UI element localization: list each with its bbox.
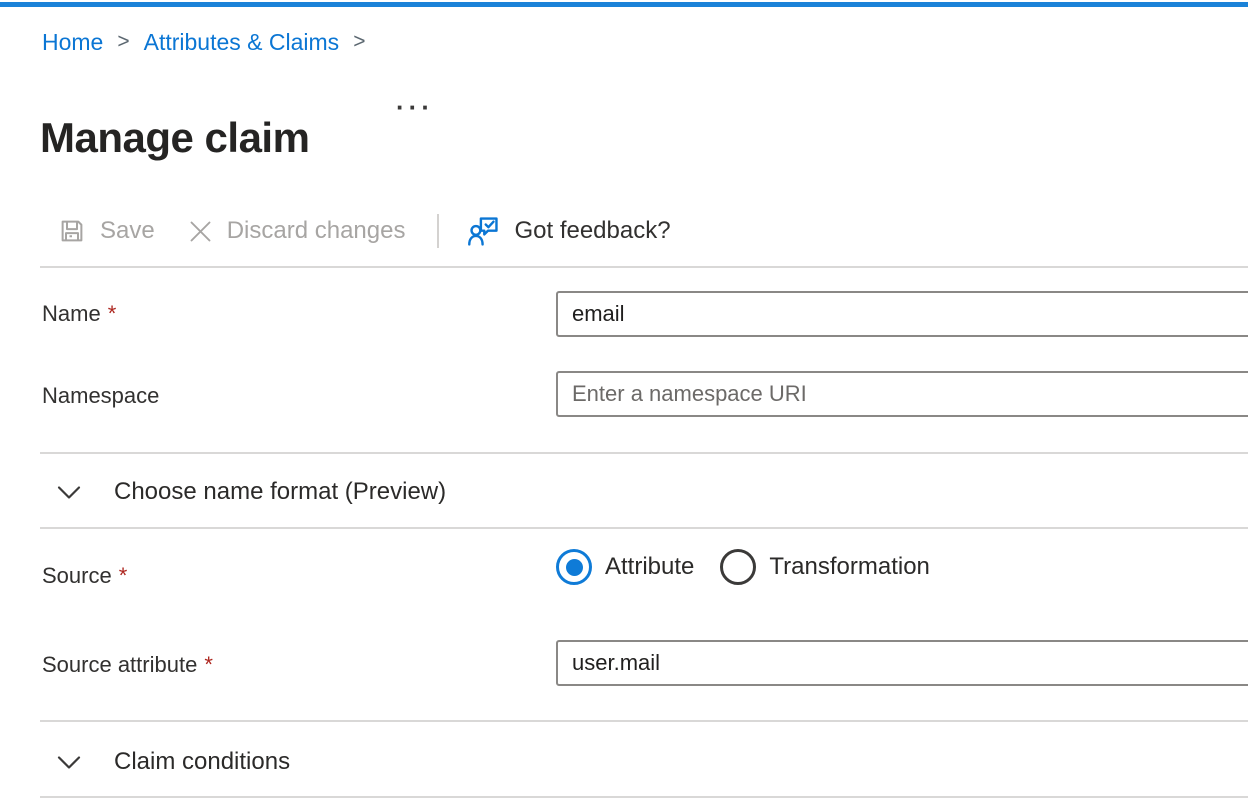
breadcrumb-link-attributes-claims[interactable]: Attributes & Claims bbox=[144, 28, 340, 56]
chevron-down-icon bbox=[57, 755, 81, 770]
radio-unselected-icon bbox=[720, 549, 756, 585]
required-marker: * bbox=[108, 301, 117, 326]
name-field-label: Name * bbox=[42, 300, 116, 328]
source-label-text: Source bbox=[42, 563, 112, 588]
chevron-down-icon bbox=[57, 485, 81, 500]
radio-option-transformation[interactable]: Transformation bbox=[720, 549, 930, 585]
source-radio-group: Attribute Transformation bbox=[556, 549, 930, 585]
divider bbox=[40, 796, 1248, 798]
save-button-label: Save bbox=[100, 217, 155, 245]
namespace-input[interactable] bbox=[556, 371, 1248, 417]
title-more-menu-button[interactable]: ··· bbox=[396, 92, 434, 123]
namespace-field-label: Namespace bbox=[42, 382, 159, 410]
command-toolbar: Save Discard changes Got feedback? bbox=[57, 210, 671, 252]
radio-attribute-label: Attribute bbox=[605, 553, 694, 581]
section-claim-conditions[interactable]: Claim conditions bbox=[40, 740, 1248, 784]
got-feedback-button[interactable]: Got feedback? bbox=[467, 214, 670, 248]
discard-changes-label: Discard changes bbox=[227, 217, 406, 245]
panel-top-accent-bar bbox=[0, 2, 1248, 7]
source-attribute-input[interactable] bbox=[556, 640, 1248, 686]
name-input[interactable] bbox=[556, 291, 1248, 337]
divider bbox=[40, 527, 1248, 529]
radio-selected-icon bbox=[556, 549, 592, 585]
section-choose-name-format-label: Choose name format (Preview) bbox=[114, 478, 446, 506]
required-marker: * bbox=[204, 652, 213, 677]
radio-transformation-label: Transformation bbox=[769, 553, 930, 581]
toolbar-divider bbox=[437, 214, 439, 248]
radio-option-attribute[interactable]: Attribute bbox=[556, 549, 694, 585]
breadcrumb: Home > Attributes & Claims > bbox=[42, 28, 379, 56]
breadcrumb-separator-icon: > bbox=[353, 28, 365, 56]
source-field-label: Source * bbox=[42, 562, 127, 590]
page-title: Manage claim bbox=[40, 112, 309, 164]
required-marker: * bbox=[119, 563, 128, 588]
save-button[interactable]: Save bbox=[57, 216, 155, 246]
feedback-person-icon bbox=[467, 214, 501, 248]
discard-changes-button[interactable]: Discard changes bbox=[187, 217, 406, 245]
radio-dot bbox=[566, 559, 583, 576]
source-attribute-label-text: Source attribute bbox=[42, 652, 197, 677]
breadcrumb-separator-icon: > bbox=[117, 28, 129, 56]
save-icon bbox=[57, 216, 87, 246]
source-attribute-field-label: Source attribute * bbox=[42, 651, 213, 679]
got-feedback-label: Got feedback? bbox=[514, 217, 670, 245]
divider bbox=[40, 720, 1248, 722]
breadcrumb-link-home[interactable]: Home bbox=[42, 28, 103, 56]
divider bbox=[40, 452, 1248, 454]
divider bbox=[40, 266, 1248, 268]
section-claim-conditions-label: Claim conditions bbox=[114, 748, 290, 776]
dismiss-x-icon bbox=[187, 218, 214, 245]
section-choose-name-format[interactable]: Choose name format (Preview) bbox=[40, 470, 1248, 514]
name-label-text: Name bbox=[42, 301, 101, 326]
namespace-label-text: Namespace bbox=[42, 383, 159, 408]
